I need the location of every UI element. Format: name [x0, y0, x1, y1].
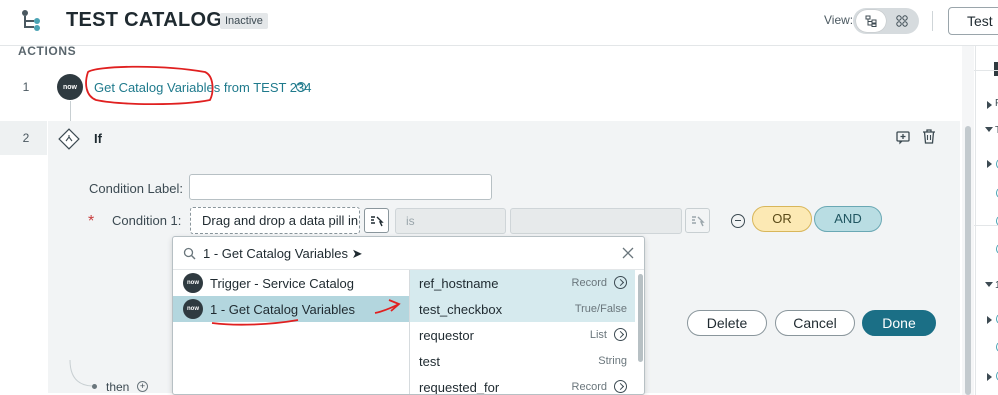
- pill-search-input[interactable]: 1 - Get Catalog Variables ➤: [203, 246, 363, 262]
- pill-source-label: 1 - Get Catalog Variables: [210, 301, 355, 317]
- status-badge: Inactive: [220, 13, 268, 29]
- pill-field-name: test_checkbox: [419, 302, 503, 317]
- header-divider: [932, 11, 933, 31]
- branch-connector: [69, 360, 93, 387]
- value-pill-picker-button[interactable]: [685, 208, 710, 233]
- condition-value-input[interactable]: [510, 208, 682, 234]
- pill-source-label: Trigger - Service Catalog: [210, 275, 355, 291]
- operator-select[interactable]: is: [395, 208, 506, 234]
- test-button[interactable]: Test: [948, 7, 998, 35]
- tree-view-button[interactable]: [856, 10, 886, 32]
- pill-field-name: requested_for: [419, 380, 500, 395]
- data-pill-picker-icon: [370, 215, 384, 226]
- data-panel: F T 1: [975, 46, 998, 395]
- step2-label: If: [94, 131, 102, 146]
- close-icon[interactable]: [622, 247, 634, 259]
- required-indicator: *: [88, 213, 95, 230]
- pill-field-name: ref_hostname: [419, 276, 499, 291]
- grid-view-button[interactable]: [887, 10, 917, 32]
- delete-button[interactable]: Delete: [687, 310, 767, 336]
- cancel-button[interactable]: Cancel: [775, 310, 855, 336]
- pill-field-type: List: [589, 329, 607, 341]
- expand-arrow-icon[interactable]: [614, 380, 627, 393]
- add-comment-icon[interactable]: [895, 129, 911, 145]
- then-label: then: [106, 380, 130, 394]
- pill-field-item[interactable]: requestor List: [410, 322, 635, 348]
- tree-view-icon: [865, 15, 877, 27]
- expand-triangle-icon[interactable]: [987, 160, 992, 168]
- step-connector: [70, 101, 71, 121]
- pill-source-list: now Trigger - Service Catalog now 1 - Ge…: [173, 270, 409, 394]
- data-pill-picker: 1 - Get Catalog Variables ➤ now Trigger …: [172, 236, 645, 395]
- pill-source-item[interactable]: now Trigger - Service Catalog: [173, 270, 409, 296]
- action-link[interactable]: Get Catalog Variables: [94, 80, 220, 95]
- step1-label[interactable]: Get Catalog Variables from TEST 234: [94, 80, 312, 95]
- pill-field-type: String: [598, 355, 627, 367]
- condition-label-label: Condition Label:: [89, 181, 183, 196]
- panel-divider: [974, 70, 998, 71]
- main-scrollbar-thumb[interactable]: [965, 126, 971, 395]
- if-branch-icon: [58, 128, 80, 150]
- and-button[interactable]: AND: [814, 206, 882, 232]
- view-toggle[interactable]: [853, 8, 919, 34]
- pill-field-item[interactable]: test_checkbox True/False: [410, 296, 635, 322]
- collapse-triangle-icon[interactable]: [985, 282, 993, 287]
- expand-triangle-icon[interactable]: [987, 316, 992, 324]
- condition-1-label: Condition 1:: [112, 213, 182, 228]
- data-pill-drop-zone[interactable]: Drag and drop a data pill in: [190, 207, 360, 234]
- popup-scrollbar[interactable]: [637, 270, 644, 394]
- pill-field-name: test: [419, 354, 440, 369]
- collapse-triangle-icon[interactable]: [985, 127, 993, 132]
- expand-arrow-icon[interactable]: [614, 328, 627, 341]
- main-scrollbar[interactable]: [962, 46, 974, 395]
- search-icon: [183, 247, 196, 260]
- pill-field-type: True/False: [574, 303, 627, 315]
- step-number: 1: [22, 80, 30, 94]
- pill-field-item[interactable]: test String: [410, 348, 635, 374]
- popup-scrollbar-thumb[interactable]: [638, 274, 643, 362]
- pill-field-item[interactable]: requested_for Record: [410, 374, 635, 395]
- help-icon[interactable]: ?: [296, 82, 306, 92]
- step2-number-box: 2: [0, 121, 47, 155]
- now-logo-icon: now: [183, 273, 203, 293]
- pill-field-list: ref_hostname Record test_checkbox True/F…: [410, 270, 635, 395]
- page-title: TEST CATALOG: [66, 9, 223, 31]
- panel-heading-fragment: [994, 62, 998, 76]
- expand-triangle-icon[interactable]: [987, 373, 992, 381]
- pill-field-item[interactable]: ref_hostname Record: [410, 270, 635, 296]
- flow-designer-logo-icon: [22, 10, 40, 31]
- condition-label-input[interactable]: [189, 174, 492, 200]
- add-then-icon[interactable]: +: [137, 381, 148, 392]
- done-button[interactable]: Done: [862, 310, 936, 336]
- trash-icon[interactable]: [921, 128, 937, 144]
- data-pill-picker-icon: [691, 215, 705, 226]
- expand-triangle-icon[interactable]: [987, 101, 992, 109]
- pill-source-item[interactable]: now 1 - Get Catalog Variables: [173, 296, 409, 322]
- step-number: 2: [22, 131, 30, 145]
- now-logo-icon: now: [57, 74, 83, 100]
- then-bullet: [92, 384, 97, 389]
- expand-arrow-icon[interactable]: [614, 276, 627, 289]
- header: TEST CATALOG Inactive View: Test: [0, 0, 998, 46]
- pill-field-type: Record: [571, 381, 607, 393]
- remove-condition-icon[interactable]: [731, 214, 745, 228]
- pill-field-name: requestor: [419, 328, 474, 343]
- section-heading: ACTIONS: [18, 44, 77, 58]
- now-logo-icon: now: [183, 299, 203, 319]
- or-button[interactable]: OR: [752, 206, 812, 232]
- view-label: View:: [824, 13, 854, 27]
- pill-field-type: Record: [571, 277, 607, 289]
- panel-divider: [974, 225, 998, 226]
- data-pill-picker-button[interactable]: [364, 208, 389, 233]
- grid-view-icon: [896, 15, 908, 27]
